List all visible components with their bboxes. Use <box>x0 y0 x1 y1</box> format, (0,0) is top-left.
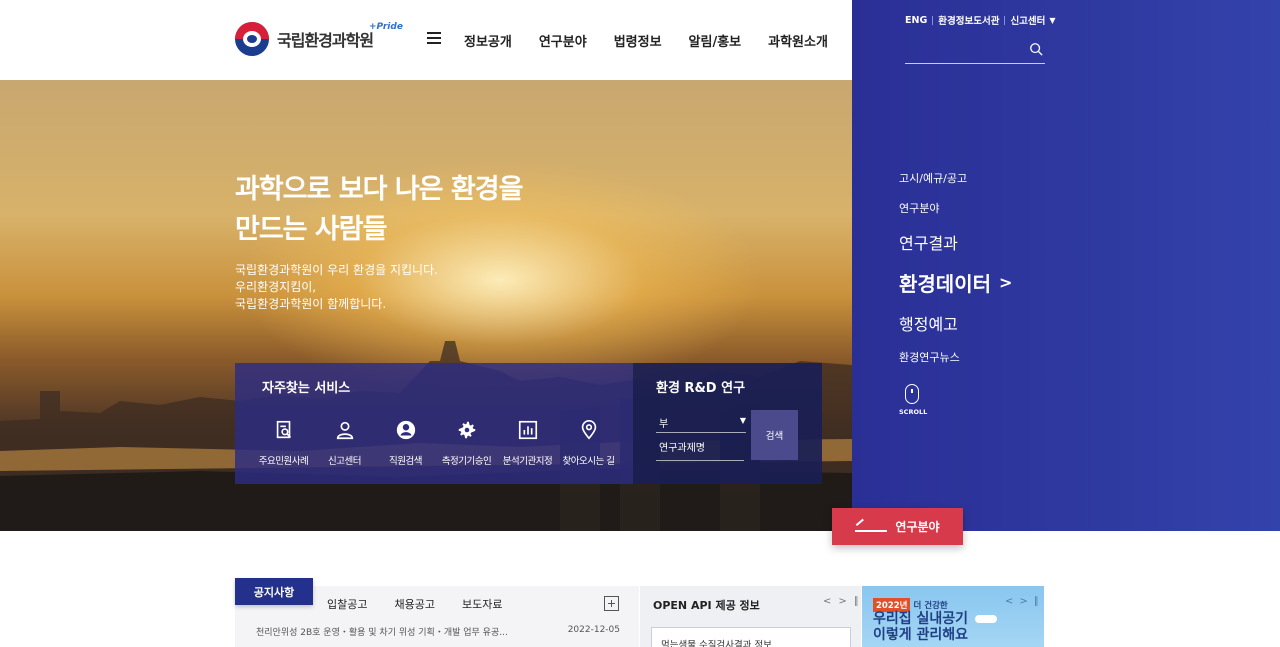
research-field-button[interactable]: 연구분야 <box>832 508 963 545</box>
chevron-right-icon: > <box>999 273 1013 292</box>
api-card[interactable]: 먹는샘물 수질검사결과 정보 <box>651 627 851 647</box>
api-carousel-controls: < > ∥ <box>823 596 859 607</box>
nav-item-law[interactable]: 법령정보 <box>614 31 662 50</box>
side-menu-env-data[interactable]: 환경데이터 > <box>899 268 1012 297</box>
header: 국립환경과학원 +Pride 정보공개 연구분야 법령정보 알림/홍보 과학원소… <box>0 0 852 80</box>
menu-icon[interactable] <box>427 32 441 44</box>
side-menu: 고시/예규/공고 연구분야 연구결과 환경데이터 > 행정예고 환경연구뉴스 <box>899 170 1012 379</box>
library-link[interactable]: 환경정보도서관 <box>938 13 999 27</box>
cloud-icon <box>975 615 997 623</box>
service-item-device-approval[interactable]: 측정기기승인 <box>436 419 497 467</box>
next-icon[interactable]: > <box>1019 596 1027 607</box>
gear-icon <box>458 421 475 439</box>
main-nav: 정보공개 연구분야 법령정보 알림/홍보 과학원소개 <box>464 31 855 50</box>
banner-title: 우리집 실내공기 이렇게 관리해요 <box>873 611 969 643</box>
nav-item-info-disclosure[interactable]: 정보공개 <box>464 31 512 50</box>
rnd-search-panel: 환경 R&D 연구 부 ▼ 검색 <box>633 363 822 484</box>
rnd-title: 환경 R&D 연구 <box>656 381 746 396</box>
side-menu-admin-notice[interactable]: 행정예고 <box>899 311 1012 335</box>
open-api-panel: OPEN API 제공 정보 < > ∥ 먹는샘물 수질검사결과 정보 <box>640 586 861 647</box>
mouse-icon <box>905 384 919 404</box>
caret-down-icon[interactable]: ▼ <box>1049 16 1055 25</box>
nav-item-about[interactable]: 과학원소개 <box>768 31 828 50</box>
site-logo[interactable]: 국립환경과학원 +Pride <box>235 22 403 56</box>
utility-links: ENG 환경정보도서관 신고센터 ▼ <box>905 13 1056 28</box>
promo-banner[interactable]: 2022년 더 건강한 우리집 실내공기 이렇게 관리해요 < > ∥ <box>862 586 1044 647</box>
services-title: 자주찾는 서비스 <box>262 381 351 396</box>
pause-icon[interactable]: ∥ <box>1034 596 1039 607</box>
nav-item-news[interactable]: 알림/홍보 <box>689 31 742 50</box>
rnd-search-button[interactable]: 검색 <box>751 410 798 460</box>
rnd-category-select[interactable]: 부 ▼ <box>656 409 746 433</box>
nav-item-research[interactable]: 연구분야 <box>539 31 587 50</box>
service-item-report-center[interactable]: 신고센터 <box>314 419 375 467</box>
api-title: OPEN API 제공 정보 <box>653 599 760 612</box>
banner-year-badge: 2022년 <box>873 598 911 612</box>
prev-icon[interactable]: < <box>823 596 831 607</box>
person-icon <box>336 421 353 440</box>
side-menu-notices[interactable]: 고시/예규/공고 <box>899 170 1012 186</box>
frequent-services-panel: 자주찾는 서비스 주요민원사례 신고센터 직원검색 측정기기승인 분석기관지정 … <box>235 363 633 484</box>
service-item-directions[interactable]: 찾아오시는 길 <box>558 419 619 467</box>
site-search <box>905 38 1045 64</box>
user-circle-icon <box>396 420 415 440</box>
more-plus-icon[interactable] <box>604 596 619 611</box>
side-menu-research[interactable]: 연구분야 <box>899 200 1012 216</box>
logo-pride-tag: +Pride <box>369 22 403 32</box>
notice-tabs: 입찰공고 채용공고 보도자료 <box>327 596 529 612</box>
search-icon[interactable] <box>1029 42 1043 56</box>
pause-icon[interactable]: ∥ <box>854 596 859 607</box>
taegeuk-logo-icon <box>235 22 269 56</box>
service-item-civil-cases[interactable]: 주요민원사례 <box>253 419 314 467</box>
arrow-line-icon <box>855 522 888 532</box>
next-icon[interactable]: > <box>838 596 846 607</box>
bar-chart-icon <box>518 420 537 440</box>
rnd-keyword-input[interactable] <box>656 437 744 461</box>
side-menu-results[interactable]: 연구결과 <box>899 230 1012 254</box>
tab-notices[interactable]: 공지사항 <box>235 578 313 605</box>
banner-carousel-controls: < > ∥ <box>1005 596 1039 607</box>
site-search-input[interactable] <box>905 38 1025 62</box>
location-pin-icon <box>581 420 596 440</box>
scroll-indicator[interactable]: SCROLL <box>899 384 927 416</box>
prev-icon[interactable]: < <box>1005 596 1013 607</box>
hero-subtitle: 국립환경과학원이 우리 환경을 지킵니다. 우리환경지킴이, 국립환경과학원이 … <box>235 263 438 311</box>
service-item-lab-designation[interactable]: 분석기관지정 <box>497 419 558 467</box>
tab-press[interactable]: 보도자료 <box>462 596 502 612</box>
service-item-staff-search[interactable]: 직원검색 <box>375 419 436 467</box>
logo-text: 국립환경과학원 <box>277 31 374 50</box>
caret-down-icon: ▼ <box>739 416 746 425</box>
document-search-icon <box>276 420 291 439</box>
side-panel: ENG 환경정보도서관 신고센터 ▼ 고시/예규/공고 연구분야 연구결과 환경… <box>852 0 1280 531</box>
hero-title: 과학으로 보다 나은 환경을 만드는 사람들 <box>235 174 523 245</box>
report-center-link[interactable]: 신고센터 <box>1010 13 1045 27</box>
tab-recruit[interactable]: 채용공고 <box>394 596 434 612</box>
side-menu-research-news[interactable]: 환경연구뉴스 <box>899 349 1012 365</box>
list-item[interactable]: 천리안위성 2B호 운영・활용 및 차기 위성 기획・개발 업무 유공... 2… <box>256 625 620 638</box>
tab-bids[interactable]: 입찰공고 <box>327 596 367 612</box>
eng-link[interactable]: ENG <box>905 15 927 26</box>
